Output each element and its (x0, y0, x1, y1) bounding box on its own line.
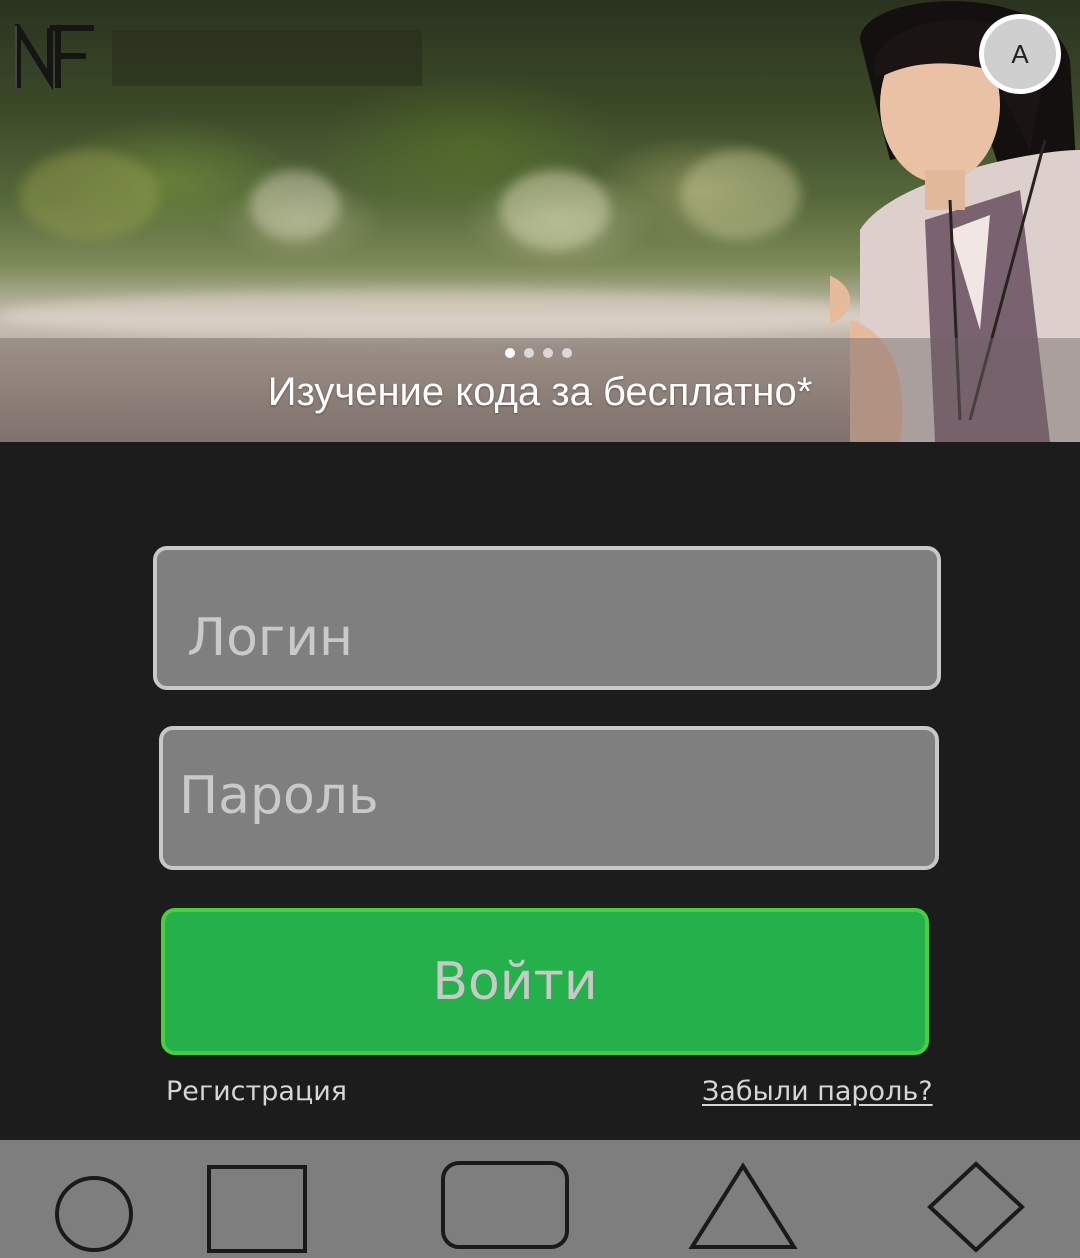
login-field[interactable]: Логин (153, 546, 941, 690)
forgot-password-link[interactable]: Забыли пароль? (702, 1076, 933, 1107)
password-placeholder: Пароль (179, 766, 379, 826)
hero-banner[interactable]: Изучение кода за бесплатно* A (0, 0, 1080, 442)
hero-bokeh (250, 170, 340, 240)
slide-dot[interactable] (543, 348, 553, 358)
rounded-rect-icon[interactable] (440, 1160, 570, 1250)
logo[interactable] (14, 24, 98, 90)
slide-dot[interactable] (562, 348, 572, 358)
hero-bokeh (20, 150, 160, 240)
avatar[interactable]: A (979, 14, 1061, 94)
diamond-icon[interactable] (926, 1160, 1026, 1254)
slide-dot[interactable] (524, 348, 534, 358)
hero-bokeh (680, 150, 800, 240)
hero-caption: Изучение кода за бесплатно* (267, 370, 813, 414)
slide-dot[interactable] (505, 348, 515, 358)
hero-bokeh (500, 170, 610, 250)
slide-indicator[interactable] (505, 348, 572, 358)
square-icon[interactable] (206, 1164, 308, 1254)
bottom-nav (0, 1140, 1080, 1258)
triangle-icon[interactable] (688, 1162, 798, 1250)
brand-name-placeholder (112, 30, 422, 86)
hero-path (0, 290, 900, 340)
login-placeholder: Логин (187, 608, 354, 668)
login-button[interactable]: Войти (161, 908, 929, 1055)
circle-icon[interactable] (53, 1174, 135, 1254)
register-link[interactable]: Регистрация (166, 1076, 347, 1107)
password-field[interactable]: Пароль (159, 726, 939, 870)
